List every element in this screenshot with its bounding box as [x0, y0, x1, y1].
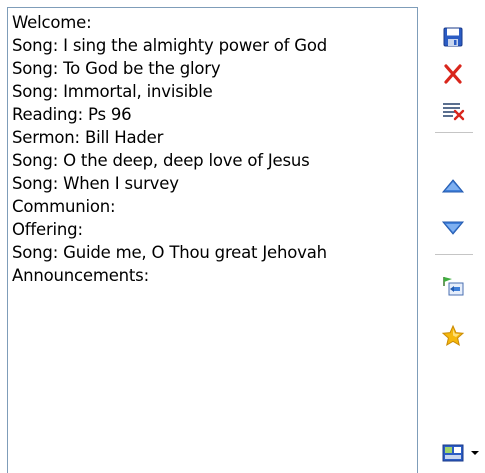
- delete-icon: [444, 64, 462, 84]
- templates-dropdown-button[interactable]: [441, 440, 481, 466]
- move-down-button[interactable]: [441, 214, 465, 238]
- move-down-icon: [441, 221, 465, 235]
- list-item[interactable]: Song: I sing the almighty power of God: [12, 34, 417, 57]
- insert-item-button[interactable]: [441, 274, 465, 298]
- favorite-star-icon: [441, 324, 465, 347]
- insert-item-icon: [443, 277, 464, 296]
- list-item[interactable]: Welcome:: [12, 11, 417, 34]
- list-item[interactable]: Song: O the deep, deep love of Jesus: [12, 149, 417, 172]
- list-item[interactable]: Sermon: Bill Hader: [12, 126, 417, 149]
- list-items: Welcome: Song: I sing the almighty power…: [8, 8, 417, 287]
- list-item[interactable]: Reading: Ps 96: [12, 103, 417, 126]
- list-item[interactable]: Communion:: [12, 195, 417, 218]
- delete-button[interactable]: [441, 62, 465, 86]
- templates-dropdown-icon: [442, 444, 464, 462]
- chevron-down-icon[interactable]: [471, 451, 479, 455]
- favorite-button[interactable]: [441, 324, 465, 348]
- list-item[interactable]: Announcements:: [12, 264, 417, 287]
- clear-list-icon: [443, 103, 465, 121]
- list-item[interactable]: Song: Guide me, O Thou great Jehovah: [12, 241, 417, 264]
- clear-list-button[interactable]: [441, 98, 465, 122]
- toolbar-separator: [435, 132, 473, 134]
- side-toolbar: [432, 0, 485, 473]
- list-item[interactable]: Song: To God be the glory: [12, 57, 417, 80]
- order-of-service-list[interactable]: Welcome: Song: I sing the almighty power…: [7, 7, 418, 473]
- list-item[interactable]: Song: Immortal, invisible: [12, 80, 417, 103]
- save-button[interactable]: [441, 25, 465, 49]
- move-up-icon: [441, 179, 465, 193]
- list-item[interactable]: Offering:: [12, 218, 417, 241]
- list-item[interactable]: Song: When I survey: [12, 172, 417, 195]
- toolbar-separator: [435, 254, 473, 256]
- save-icon: [443, 27, 463, 47]
- move-up-button[interactable]: [441, 176, 465, 200]
